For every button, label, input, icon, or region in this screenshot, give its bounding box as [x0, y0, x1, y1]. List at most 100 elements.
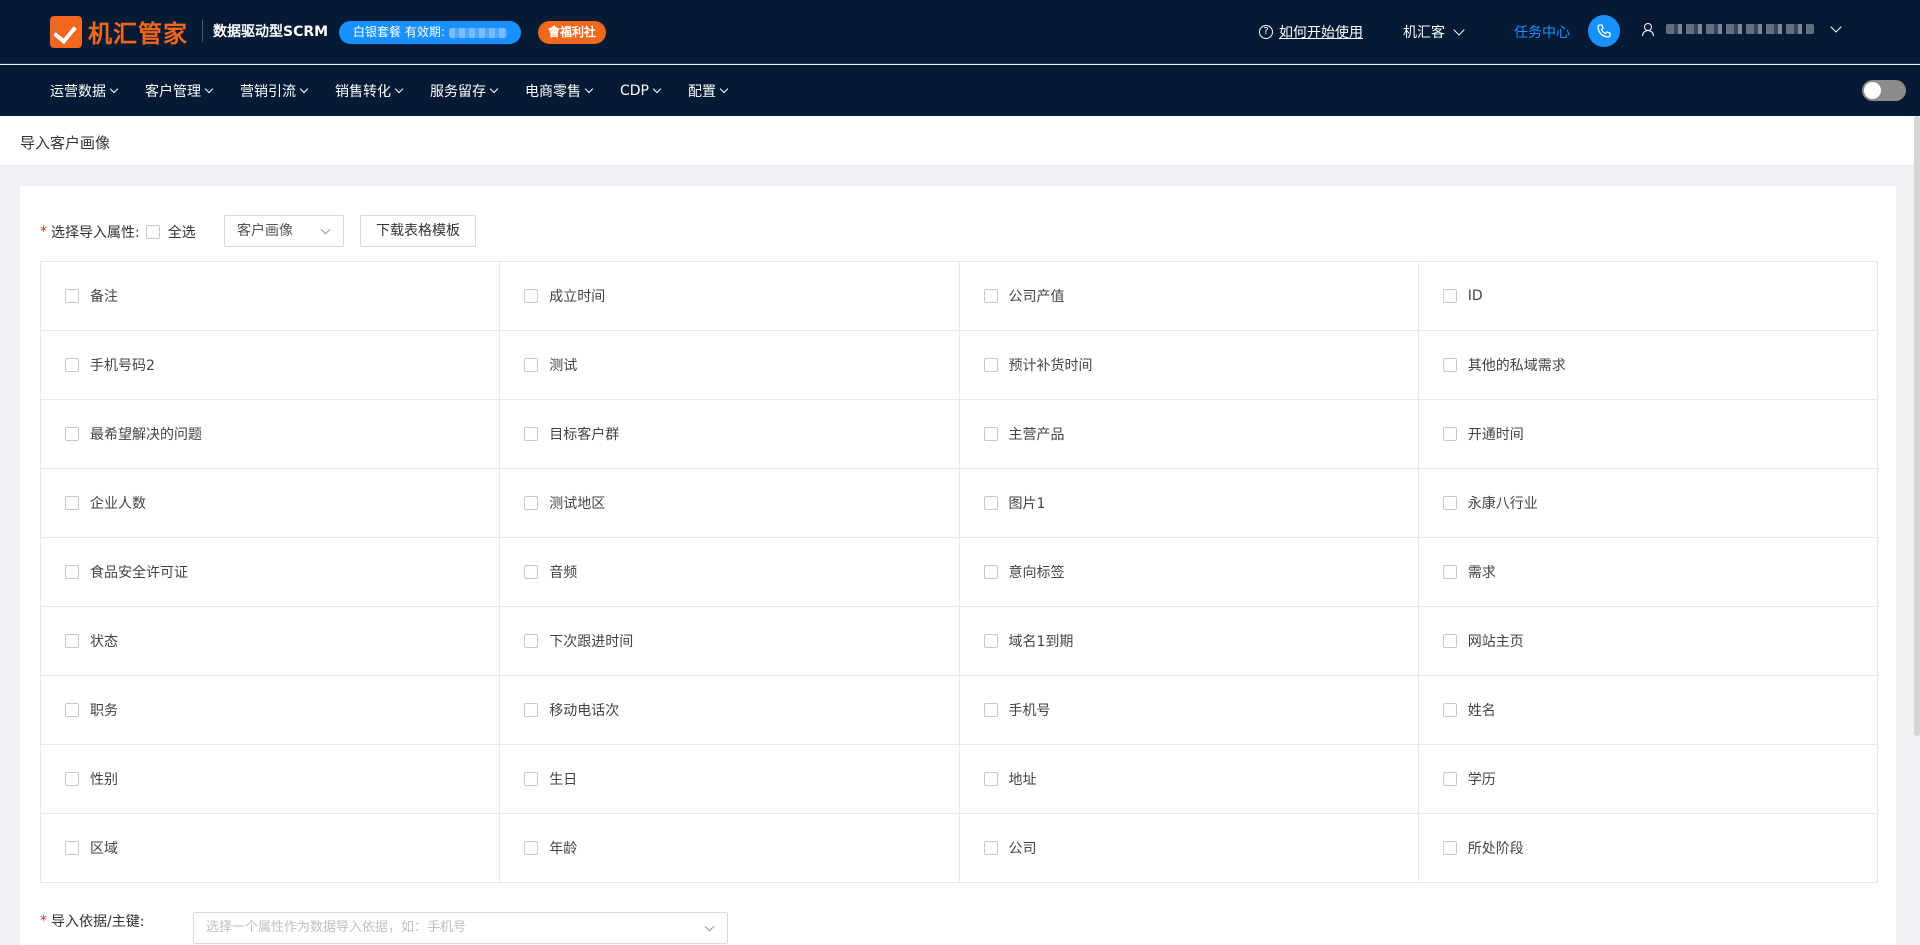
- checkbox[interactable]: [983, 289, 998, 303]
- chevron-down-icon: [204, 84, 214, 94]
- attribute-option[interactable]: 年龄: [500, 814, 960, 883]
- checkbox[interactable]: [1442, 565, 1457, 579]
- attribute-option[interactable]: 状态: [41, 607, 501, 676]
- help-link[interactable]: ? 如何开始使用: [1259, 22, 1363, 42]
- nav-item-operations[interactable]: 运营数据: [50, 81, 119, 101]
- attribute-option[interactable]: 生日: [500, 745, 960, 814]
- checkbox[interactable]: [524, 496, 539, 510]
- logo[interactable]: 机汇管家: [50, 14, 188, 49]
- checkbox[interactable]: [65, 703, 79, 717]
- task-center-link[interactable]: 任务中心: [1514, 22, 1570, 42]
- org-switcher[interactable]: 机汇客: [1403, 22, 1465, 42]
- checkbox[interactable]: [145, 225, 160, 239]
- checkbox[interactable]: [524, 703, 539, 717]
- attribute-option[interactable]: 目标客户群: [500, 400, 960, 469]
- attribute-option[interactable]: 移动电话次: [500, 676, 960, 745]
- user-menu[interactable]: [1640, 21, 1842, 36]
- nav-item-config[interactable]: 配置: [688, 81, 729, 101]
- select-all-checkbox[interactable]: 全选: [145, 222, 196, 242]
- nav-item-ecommerce[interactable]: 电商零售: [525, 81, 594, 101]
- download-template-button[interactable]: 下载表格模板: [360, 215, 476, 247]
- attribute-option[interactable]: 所处阶段: [1418, 814, 1878, 883]
- attribute-option[interactable]: 预计补货时间: [959, 331, 1419, 400]
- checkbox[interactable]: [65, 358, 79, 372]
- attribute-option[interactable]: 手机号码2: [41, 331, 501, 400]
- attribute-option[interactable]: 需求: [1418, 538, 1878, 607]
- nav-item-service[interactable]: 服务留存: [430, 81, 499, 101]
- attribute-option[interactable]: 意向标签: [959, 538, 1419, 607]
- attribute-option[interactable]: 主营产品: [959, 400, 1419, 469]
- attribute-option[interactable]: 职务: [41, 676, 501, 745]
- checkbox[interactable]: [1442, 703, 1457, 717]
- attribute-option[interactable]: 区域: [41, 814, 501, 883]
- checkbox[interactable]: [524, 841, 539, 855]
- checkbox[interactable]: [65, 634, 79, 648]
- checkbox[interactable]: [1442, 358, 1457, 372]
- checkbox[interactable]: [524, 634, 539, 648]
- attribute-option[interactable]: 网站主页: [1418, 607, 1878, 676]
- checkbox[interactable]: [524, 289, 539, 303]
- nav-item-customers[interactable]: 客户管理: [145, 81, 214, 101]
- attribute-option[interactable]: 域名1到期: [959, 607, 1419, 676]
- welfare-badge[interactable]: 會福利社: [538, 21, 607, 44]
- attribute-option[interactable]: 音频: [500, 538, 960, 607]
- attribute-option[interactable]: 测试地区: [500, 469, 960, 538]
- attribute-option[interactable]: 学历: [1418, 745, 1878, 814]
- checkbox[interactable]: [65, 565, 79, 579]
- primary-key-select[interactable]: 选择一个属性作为数据导入依据，如：手机号: [193, 912, 728, 944]
- checkbox[interactable]: [983, 772, 998, 786]
- attribute-option[interactable]: 手机号: [959, 676, 1419, 745]
- checkbox[interactable]: [1442, 772, 1457, 786]
- checkbox[interactable]: [983, 703, 998, 717]
- type-select[interactable]: 客户画像: [224, 215, 344, 247]
- attribute-option[interactable]: 企业人数: [41, 469, 501, 538]
- attribute-label: 测试: [549, 358, 578, 374]
- checkbox[interactable]: [983, 427, 998, 441]
- checkbox[interactable]: [983, 841, 998, 855]
- attribute-option[interactable]: 其他的私域需求: [1418, 331, 1878, 400]
- attribute-option[interactable]: 永康八行业: [1418, 469, 1878, 538]
- checkbox[interactable]: [524, 358, 539, 372]
- attribute-option[interactable]: 成立时间: [500, 262, 960, 331]
- attribute-option[interactable]: 最希望解决的问题: [41, 400, 501, 469]
- nav-item-marketing[interactable]: 营销引流: [240, 81, 309, 101]
- attribute-option[interactable]: 姓名: [1418, 676, 1878, 745]
- checkbox[interactable]: [524, 565, 539, 579]
- nav-item-sales[interactable]: 销售转化: [335, 81, 404, 101]
- checkbox[interactable]: [983, 496, 998, 510]
- attribute-option[interactable]: 性别: [41, 745, 501, 814]
- attribute-option[interactable]: 公司: [959, 814, 1419, 883]
- attribute-option[interactable]: 下次跟进时间: [500, 607, 960, 676]
- attribute-option[interactable]: 图片1: [959, 469, 1419, 538]
- attribute-option[interactable]: 地址: [959, 745, 1419, 814]
- checkbox[interactable]: [1442, 634, 1457, 648]
- attribute-option[interactable]: 备注: [41, 262, 501, 331]
- primary-key-placeholder: 选择一个属性作为数据导入依据，如：手机号: [206, 920, 467, 935]
- attribute-option[interactable]: 公司产值: [959, 262, 1419, 331]
- attribute-option[interactable]: ID: [1418, 262, 1878, 331]
- checkbox[interactable]: [65, 427, 79, 441]
- phone-button[interactable]: [1588, 15, 1620, 47]
- checkbox[interactable]: [65, 289, 79, 303]
- checkbox[interactable]: [1442, 496, 1457, 510]
- nav-item-cdp[interactable]: CDP: [620, 81, 662, 101]
- checkbox[interactable]: [65, 496, 79, 510]
- chevron-down-icon: [299, 84, 309, 94]
- attribute-option[interactable]: 食品安全许可证: [41, 538, 501, 607]
- type-select-value: 客户画像: [237, 223, 293, 239]
- checkbox[interactable]: [1442, 841, 1457, 855]
- checkbox[interactable]: [983, 634, 998, 648]
- theme-toggle[interactable]: [1862, 80, 1906, 101]
- chevron-down-icon: [489, 84, 499, 94]
- checkbox[interactable]: [65, 841, 79, 855]
- page-scrollbar[interactable]: [1914, 116, 1920, 736]
- checkbox[interactable]: [524, 427, 539, 441]
- checkbox[interactable]: [1442, 289, 1457, 303]
- attribute-option[interactable]: 测试: [500, 331, 960, 400]
- checkbox[interactable]: [983, 565, 998, 579]
- attribute-option[interactable]: 开通时间: [1418, 400, 1878, 469]
- checkbox[interactable]: [983, 358, 998, 372]
- checkbox[interactable]: [1442, 427, 1457, 441]
- checkbox[interactable]: [524, 772, 539, 786]
- checkbox[interactable]: [65, 772, 79, 786]
